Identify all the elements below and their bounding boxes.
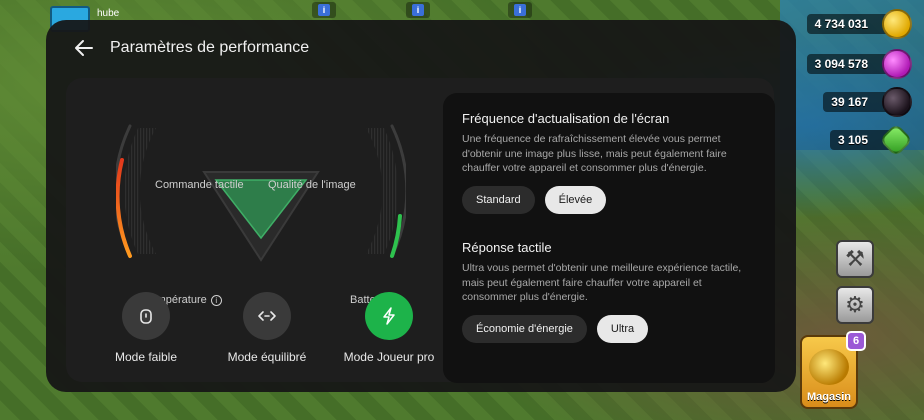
lock-icon [140,309,152,324]
touch-control-label: Commande tactile [155,179,244,191]
settings-card: Fréquence d'actualisation de l'écran Une… [443,93,775,383]
mode-balanced[interactable]: Mode équilibré [212,292,322,364]
shop-badge: 6 [846,331,866,351]
elixir-counter: 3 094 578 [806,49,912,79]
dark-elixir-icon [882,87,912,117]
info-icon: i [514,4,526,16]
dark-elixir-amount: 39 167 [831,95,868,109]
info-icon: i [318,4,330,16]
mode-balanced-button[interactable] [243,292,291,340]
touch-response-description: Ultra vous permet d'obtenir une meilleur… [462,262,742,304]
image-quality-label: Qualité de l'image [268,179,356,191]
mode-pro[interactable]: Mode Joueur pro [334,292,444,364]
mode-pro-button[interactable] [365,292,413,340]
mode-balanced-label: Mode équilibré [227,350,307,364]
touch-response-options: Économie d'énergie Ultra [462,315,757,344]
back-arrow-icon[interactable] [72,36,96,60]
layout-edit-button[interactable]: ⚒ [836,240,874,278]
balance-arrows-icon [258,311,276,321]
page-title: Paramètres de performance [110,39,310,56]
mode-low[interactable]: Mode faible [91,292,201,364]
refresh-standard-option[interactable]: Standard [462,186,535,215]
info-chip[interactable]: i [406,2,430,18]
gold-counter: 4 734 031 [806,9,912,39]
performance-dial [116,124,406,262]
info-chip[interactable]: i [312,2,336,18]
touch-ultra-option[interactable]: Ultra [596,315,649,344]
mode-low-label: Mode faible [114,350,178,364]
mode-low-button[interactable] [122,292,170,340]
panel-header: Paramètres de performance [72,36,309,60]
touch-eco-option[interactable]: Économie d'énergie [462,315,587,344]
info-icon: i [412,4,424,16]
performance-settings-panel: Paramètres de performance Commande tacti… [46,20,796,392]
touch-response-title: Réponse tactile [462,240,552,256]
mode-pro-label: Mode Joueur pro [343,350,435,364]
elixir-icon [882,49,912,79]
refresh-rate-options: Standard Élevée [462,186,757,215]
refresh-rate-description: Une fréquence de rafraîchissement élevée… [462,133,727,175]
shop-button[interactable]: Magasin 6 [800,331,866,409]
settings-button[interactable]: ⚙ [836,286,874,324]
info-chip[interactable]: i [508,2,532,18]
touch-response-section: Réponse tactile Ultra vous permet d'obte… [462,240,757,344]
shop-label: Magasin [806,391,851,403]
refresh-rate-section: Fréquence d'actualisation de l'écran Une… [462,111,757,215]
dark-elixir-counter: 39 167 [823,87,912,117]
refresh-high-option[interactable]: Élevée [544,186,607,215]
gold-icon [882,9,912,39]
gear-icon: ⚙ [845,292,865,317]
hammer-icon: ⚒ [845,246,865,271]
player-name: hube [97,8,120,19]
coins-icon [809,349,849,385]
elixir-amount: 3 094 578 [814,57,868,71]
refresh-rate-title: Fréquence d'actualisation de l'écran [462,111,670,126]
gems-counter: 3 105 [829,123,913,157]
gold-amount: 4 734 031 [814,17,868,31]
gems-amount: 3 105 [837,133,868,147]
lightning-icon [383,307,395,325]
